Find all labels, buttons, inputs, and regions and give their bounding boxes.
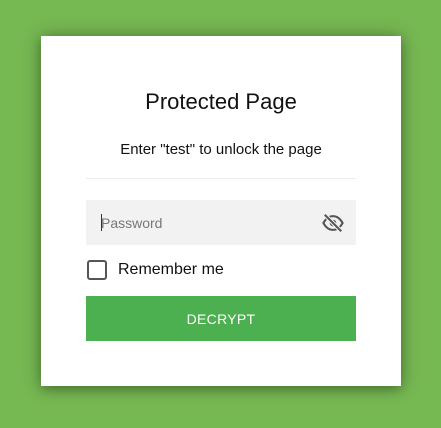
password-input[interactable] (86, 200, 316, 245)
page-title: Protected Page (145, 89, 297, 114)
remember-me-row[interactable]: Remember me (87, 260, 224, 280)
instructions-text: Enter "test" to unlock the page (120, 141, 322, 158)
divider (86, 178, 356, 179)
password-field (86, 200, 356, 245)
text-caret (101, 214, 102, 231)
login-card: Protected Page Enter "test" to unlock th… (41, 36, 401, 386)
decrypt-button[interactable]: DECRYPT (86, 296, 356, 341)
eye-slash-icon[interactable] (322, 212, 344, 234)
remember-me-label: Remember me (118, 261, 224, 278)
remember-me-checkbox[interactable] (87, 260, 107, 280)
